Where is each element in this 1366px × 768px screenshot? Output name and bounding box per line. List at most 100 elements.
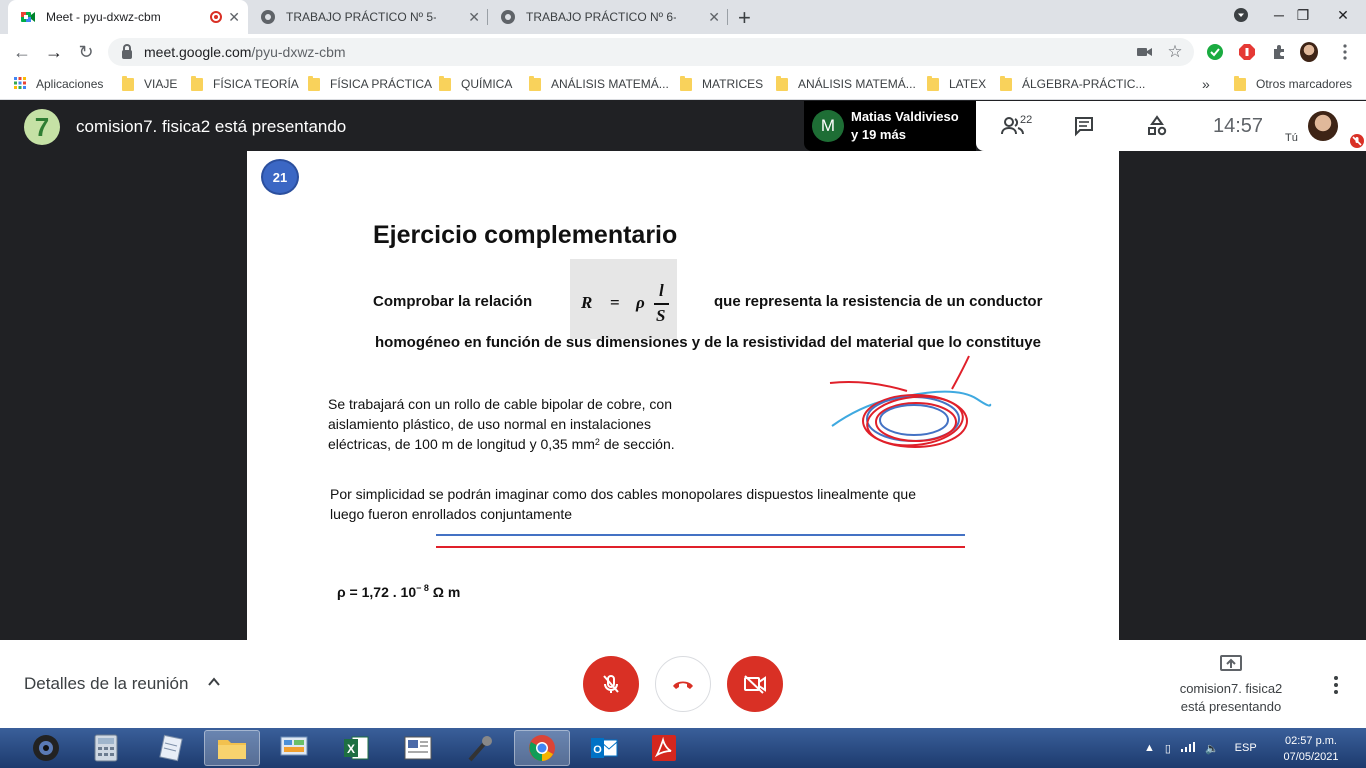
- camera-off-button[interactable]: [727, 656, 783, 712]
- more-options-icon[interactable]: [1329, 676, 1343, 694]
- microphone-app-icon[interactable]: [452, 730, 508, 766]
- speaker-others: y 19 más: [851, 127, 906, 142]
- tab-divider: [727, 9, 728, 25]
- more-bookmarks-button[interactable]: »: [1202, 70, 1210, 98]
- adblock-icon[interactable]: [1238, 43, 1256, 61]
- chrome-menu-icon[interactable]: [1336, 43, 1354, 61]
- folder-icon: [1234, 75, 1246, 91]
- file-explorer-icon[interactable]: [204, 730, 260, 766]
- close-tab-icon[interactable]: ✕: [228, 9, 240, 26]
- meet-header: 7 comision7. fisica2 está presentando M …: [0, 101, 1366, 151]
- active-speaker-panel[interactable]: M Matias Valdivieso y 19 más: [804, 101, 976, 151]
- grammar-check-icon[interactable]: [1206, 43, 1224, 61]
- cable-description-line: Se trabajará con un rollo de cable bipol…: [328, 396, 672, 412]
- camera-icon[interactable]: [1136, 43, 1154, 61]
- meeting-clock: 14:57: [1213, 115, 1264, 137]
- url-host: meet.google.com: [144, 44, 252, 60]
- speaker-avatar: M: [812, 110, 844, 142]
- profile-avatar-icon[interactable]: [1300, 42, 1318, 62]
- excel-app-icon[interactable]: X: [328, 730, 384, 766]
- webcam-app-icon[interactable]: [18, 730, 74, 766]
- new-tab-button[interactable]: +: [738, 5, 751, 31]
- reload-icon[interactable]: ↻: [74, 40, 98, 64]
- self-muted-icon: [1350, 134, 1364, 148]
- mic-off-button[interactable]: [583, 656, 639, 712]
- close-tab-icon[interactable]: ✕: [708, 9, 720, 26]
- formula-equals: =: [610, 293, 620, 312]
- outlook-app-icon[interactable]: O: [576, 730, 632, 766]
- meeting-details-button[interactable]: Detalles de la reunión: [24, 674, 188, 694]
- bookmark-label: ANÁLISIS MATEMÁ...: [551, 77, 669, 91]
- notes-app-icon[interactable]: [142, 730, 198, 766]
- back-icon[interactable]: ←: [10, 40, 34, 64]
- cable-description-text: de sección.: [599, 436, 675, 452]
- camera-off-icon: [744, 675, 766, 694]
- reader-app-icon[interactable]: [390, 730, 446, 766]
- activities-icon[interactable]: [1142, 114, 1172, 138]
- presentation-icon[interactable]: [1220, 655, 1242, 671]
- bookmark-analisis-2[interactable]: ANÁLISIS MATEMÁ...: [776, 70, 916, 98]
- presentation-slide: 21 Ejercicio complementario Comprobar la…: [247, 151, 1119, 640]
- calculator-app-icon[interactable]: [78, 730, 134, 766]
- presentation-status: comision7. fisica2 está presentando: [1179, 681, 1283, 714]
- bookmark-label: MATRICES: [702, 77, 764, 91]
- chat-icon[interactable]: [1069, 114, 1099, 138]
- bookmark-latex[interactable]: LATEX: [927, 70, 986, 98]
- simplification-line: Por simplicidad se podrán imaginar como …: [330, 486, 916, 502]
- taskbar-time: 02:57 p.m.: [1285, 735, 1337, 747]
- control-panel-icon[interactable]: [266, 730, 322, 766]
- bookmark-algebra[interactable]: ÁLGEBRA-PRÁCTIC...: [1000, 70, 1145, 98]
- self-avatar[interactable]: [1308, 111, 1338, 141]
- language-indicator[interactable]: ESP: [1235, 742, 1257, 754]
- folder-icon: [680, 75, 692, 91]
- folder-icon: [191, 75, 203, 91]
- close-tab-icon[interactable]: ✕: [468, 9, 480, 26]
- device-icon[interactable]: ▯: [1165, 742, 1171, 755]
- chrome-app-icon[interactable]: [514, 730, 570, 766]
- resistivity-text: ρ = 1,72 . 10: [337, 584, 417, 600]
- signal-icon[interactable]: [1180, 741, 1195, 755]
- folder-icon: [776, 75, 788, 91]
- participants-count: 22: [1020, 114, 1033, 126]
- resistance-formula: R = ρ l S: [570, 259, 677, 339]
- lock-icon: [122, 43, 132, 59]
- resistivity-unit: Ω m: [428, 584, 461, 600]
- hang-up-icon: [673, 681, 693, 689]
- bookmark-fisica-practica[interactable]: FÍSICA PRÁCTICA: [308, 70, 432, 98]
- bookmark-analisis-1[interactable]: ANÁLISIS MATEMÁ...: [529, 70, 669, 98]
- bookmark-label: ÁLGEBRA-PRÁCTIC...: [1022, 77, 1146, 91]
- chevron-up-icon[interactable]: [208, 676, 220, 688]
- globe-icon: [500, 9, 516, 25]
- folder-icon: [529, 75, 541, 91]
- bookmark-label: LATEX: [949, 77, 987, 91]
- red-cable-line: [436, 546, 965, 548]
- cable-description-line: aislamiento plástico, de uso normal en i…: [328, 416, 651, 432]
- bookmark-star-icon[interactable]: ☆: [1166, 42, 1184, 61]
- acrobat-app-icon[interactable]: [636, 730, 692, 766]
- close-window-button[interactable]: ✕: [1320, 0, 1366, 30]
- forward-icon[interactable]: →: [42, 40, 66, 64]
- statement-line-2: homogéneo en función de sus dimensiones …: [375, 334, 1041, 351]
- bookmark-apps[interactable]: Aplicaciones: [14, 70, 103, 98]
- leave-call-button[interactable]: [655, 656, 711, 712]
- bookmark-quimica[interactable]: QUÍMICA: [439, 70, 512, 98]
- taskbar-date: 07/05/2021: [1283, 751, 1339, 763]
- bookmark-fisica-teoria[interactable]: FÍSICA TEORÍA: [191, 70, 299, 98]
- volume-icon[interactable]: 🔈: [1205, 742, 1219, 755]
- tab-tp5[interactable]: TRABAJO PRÁCTICO Nº 5-datos ✕: [248, 0, 488, 34]
- meet-bottom-bar: Detalles de la reunión comision7. fisica…: [0, 640, 1366, 728]
- superscript: 2: [594, 437, 600, 447]
- extensions-icon[interactable]: [1270, 43, 1288, 61]
- system-tray: ▲ ▯ 🔈 ESP: [1144, 728, 1257, 768]
- bookmark-other[interactable]: Otros marcadores: [1234, 70, 1352, 98]
- address-bar[interactable]: meet.google.com/pyu-dxwz-cbm: [108, 38, 1194, 66]
- bookmark-viaje[interactable]: VIAJE: [122, 70, 177, 98]
- taskbar-clock[interactable]: 02:57 p.m. 07/05/2021: [1274, 733, 1348, 765]
- show-hidden-icons-icon[interactable]: ▲: [1144, 742, 1155, 754]
- tab-title: Meet - pyu-dxwz-cbm: [46, 10, 161, 24]
- bookmark-matrices[interactable]: MATRICES: [680, 70, 763, 98]
- globe-icon: [260, 9, 276, 25]
- cable-description-text: eléctricas, de 100 m de longitud y 0,35 …: [328, 436, 595, 452]
- tab-tp6[interactable]: TRABAJO PRÁCTICO Nº 6-datos ✕: [488, 0, 728, 34]
- tab-meet[interactable]: Meet - pyu-dxwz-cbm ✕: [8, 0, 248, 34]
